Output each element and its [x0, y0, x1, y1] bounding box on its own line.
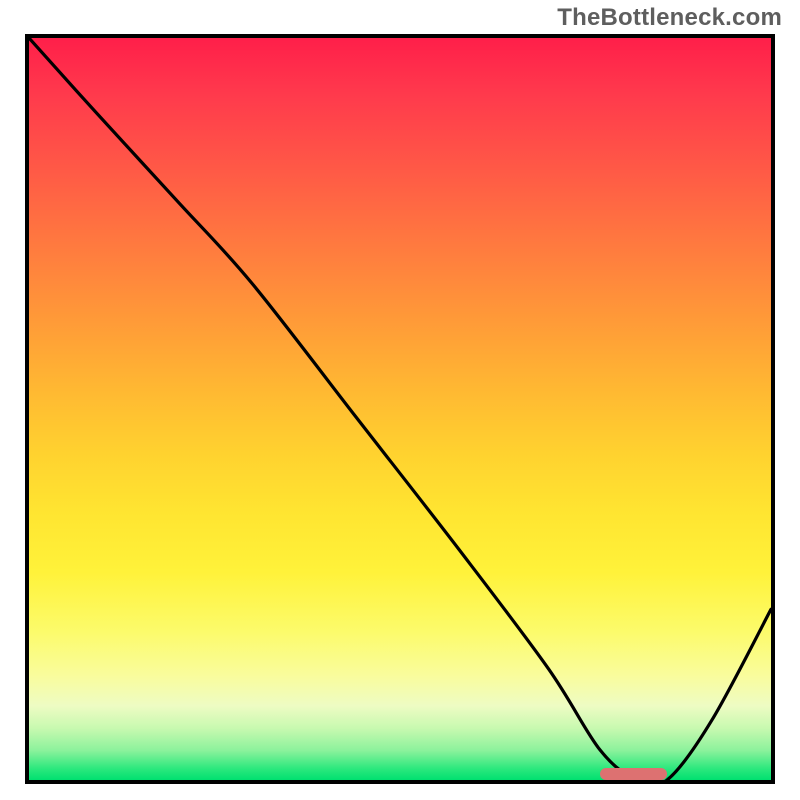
optimum-range-marker [600, 768, 667, 780]
bottleneck-curve [29, 38, 771, 780]
watermark-text: TheBottleneck.com [557, 4, 782, 32]
plot-frame [25, 34, 775, 784]
chart-container: TheBottleneck.com [0, 0, 800, 800]
